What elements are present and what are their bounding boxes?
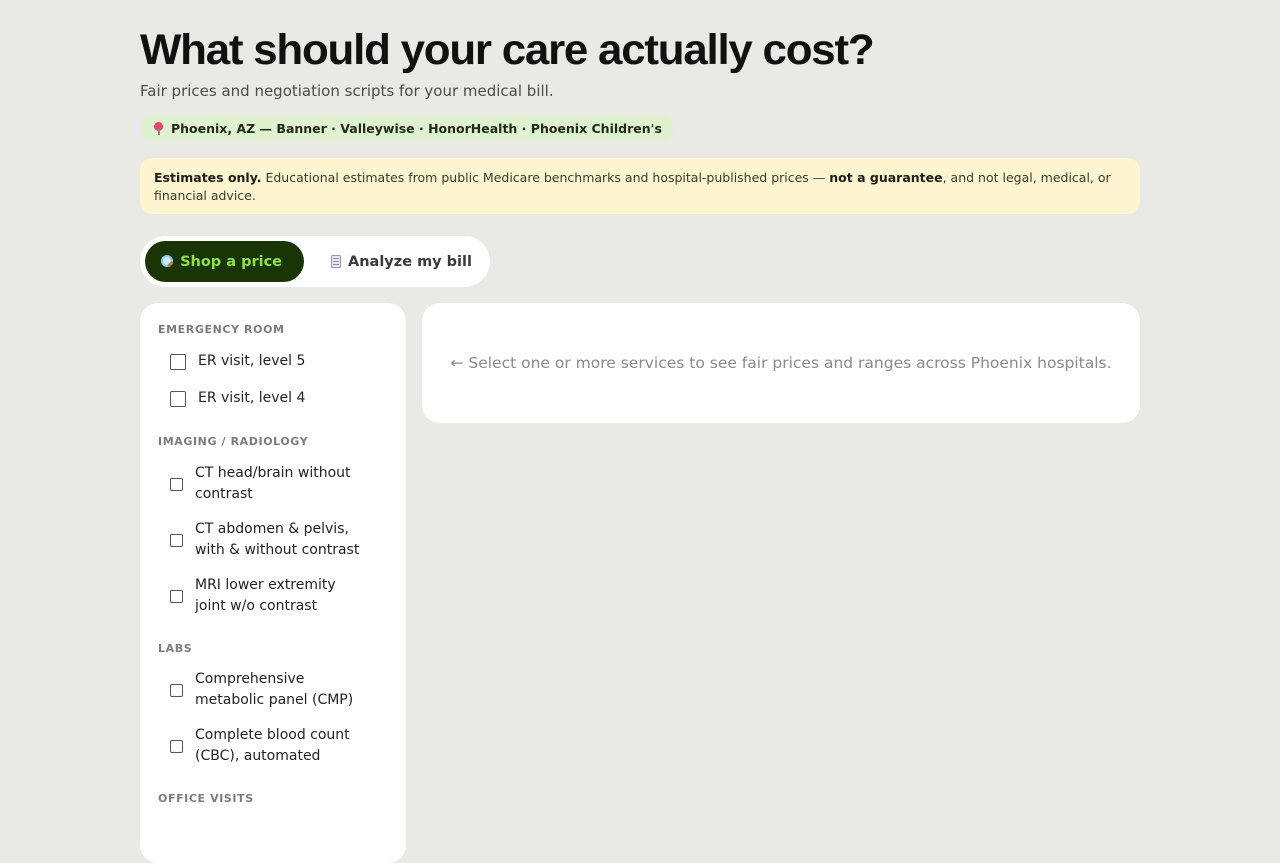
tab-label: Analyze my bill bbox=[348, 253, 472, 270]
receipt-icon bbox=[331, 255, 341, 268]
service-checkbox[interactable] bbox=[170, 477, 183, 491]
page-title: What should your care actually cost? bbox=[140, 26, 875, 74]
disclaimer-banner: Estimates only. Educational estimates fr… bbox=[140, 158, 1140, 214]
service-checkbox[interactable] bbox=[170, 739, 183, 753]
service-label: ER visit, level 4 bbox=[198, 390, 306, 406]
service-item-ct-abdomen-pelvis[interactable]: CT abdomen & pelvis, with & without cont… bbox=[170, 519, 370, 561]
results-panel: ← Select one or more services to see fai… bbox=[422, 303, 1140, 423]
services-panel: EMERGENCY ROOM ER visit, level 5 ER visi… bbox=[140, 303, 406, 863]
results-placeholder: ← Select one or more services to see fai… bbox=[450, 354, 1112, 372]
service-label: CT head/brain without contrast bbox=[195, 465, 351, 502]
tab-shop-a-price[interactable]: Shop a price bbox=[145, 241, 304, 282]
location-badge: Phoenix, AZ — Banner · Valleywise · Hono… bbox=[140, 115, 674, 141]
mode-tabs: Shop a price Analyze my bill bbox=[140, 236, 490, 287]
service-checkbox[interactable] bbox=[170, 533, 183, 547]
service-label: MRI lower extremity joint w/o contrast bbox=[195, 577, 336, 614]
service-label: Comprehensive metabolic panel (CMP) bbox=[195, 671, 354, 708]
service-item-cbc[interactable]: Complete blood count (CBC), automated bbox=[170, 725, 370, 767]
service-label: CT abdomen & pelvis, with & without cont… bbox=[195, 521, 360, 558]
category-imaging-radiology: IMAGING / RADIOLOGY bbox=[158, 435, 309, 448]
service-checkbox[interactable] bbox=[170, 390, 186, 407]
disclaimer-emphasis: not a guarantee bbox=[829, 170, 943, 185]
service-item-er-level-5[interactable]: ER visit, level 5 bbox=[170, 351, 370, 372]
service-checkbox[interactable] bbox=[170, 589, 183, 603]
service-checkbox[interactable] bbox=[170, 683, 183, 697]
tab-label: Shop a price bbox=[180, 253, 282, 270]
disclaimer-lead: Estimates only. bbox=[154, 170, 262, 185]
tab-analyze-my-bill[interactable]: Analyze my bill bbox=[304, 241, 472, 282]
category-labs: LABS bbox=[158, 642, 193, 655]
page-subtitle: Fair prices and negotiation scripts for … bbox=[140, 82, 554, 100]
location-pin-icon bbox=[154, 121, 163, 135]
magnifier-icon bbox=[161, 254, 174, 269]
service-item-er-level-4[interactable]: ER visit, level 4 bbox=[170, 388, 370, 409]
service-item-mri-lower-extremity[interactable]: MRI lower extremity joint w/o contrast bbox=[170, 575, 370, 617]
service-checkbox[interactable] bbox=[170, 353, 186, 370]
service-item-cmp[interactable]: Comprehensive metabolic panel (CMP) bbox=[170, 669, 370, 711]
service-label: ER visit, level 5 bbox=[198, 353, 306, 369]
category-office-visits: OFFICE VISITS bbox=[158, 792, 254, 805]
location-text: Phoenix, AZ — Banner · Valleywise · Hono… bbox=[171, 120, 662, 136]
category-emergency-room: EMERGENCY ROOM bbox=[158, 323, 285, 336]
service-label: Complete blood count (CBC), automated bbox=[195, 727, 350, 764]
service-item-ct-head[interactable]: CT head/brain without contrast bbox=[170, 463, 355, 505]
disclaimer-text: Educational estimates from public Medica… bbox=[261, 170, 830, 185]
